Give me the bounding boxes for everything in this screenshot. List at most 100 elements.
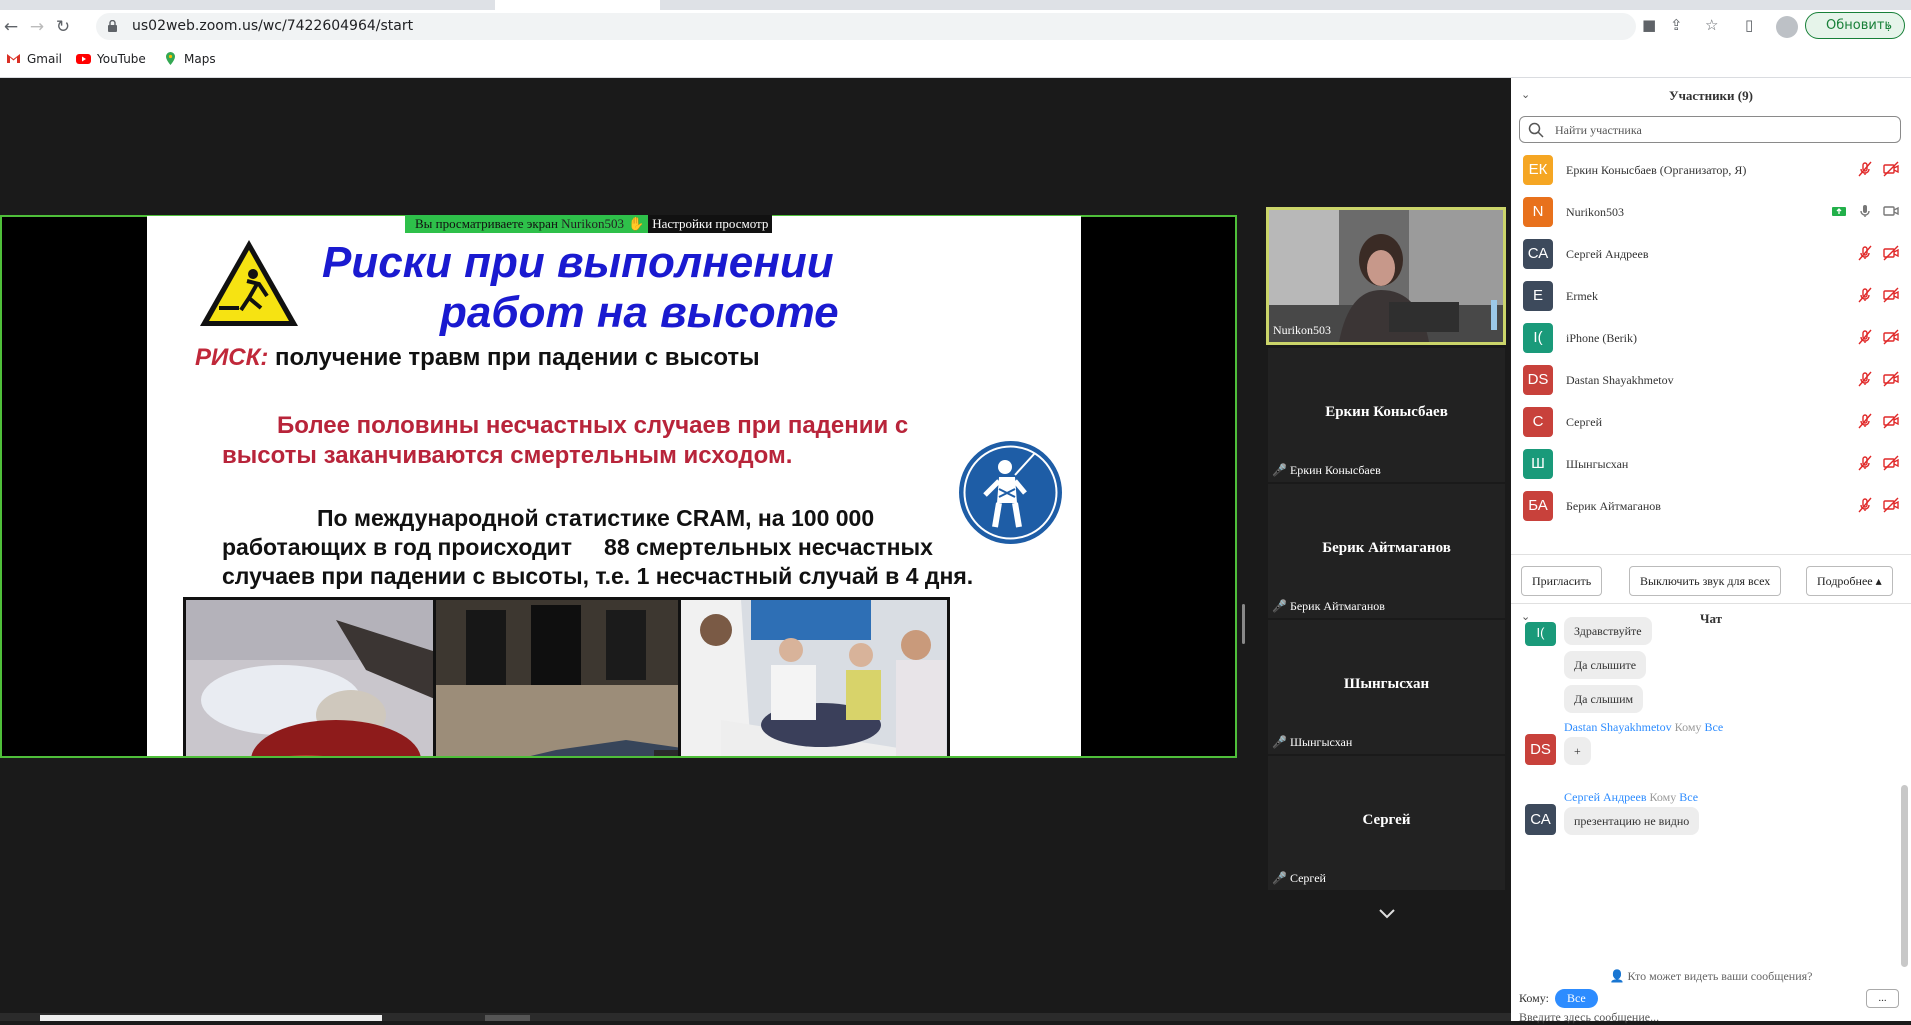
participant-row[interactable]: БА Берик Айтмаганов	[1511, 487, 1911, 529]
mic-muted-icon[interactable]	[1857, 161, 1873, 177]
tile-label: 🎤 Еркин Конысбаев	[1268, 463, 1381, 478]
gallery-tile-shyngys[interactable]: Шынгысхан 🎤 Шынгысхан	[1268, 620, 1505, 754]
chat-to-all[interactable]: Все	[1704, 720, 1723, 734]
share-icon[interactable]: ⇪	[1670, 16, 1683, 38]
gallery-tile-berik[interactable]: Берик Айтмаганов 🎤 Берик Айтмаганов	[1268, 484, 1505, 618]
red-line2: высоты заканчиваются смертельным исходом…	[222, 442, 793, 469]
participant-search-input[interactable]: Найти участника	[1519, 116, 1901, 143]
viewing-banner: Вы просматриваете экран Nurikon503 ✋ Нас…	[405, 215, 773, 233]
more-options-button[interactable]: Подробнее ▴	[1806, 566, 1893, 596]
bookmark-maps[interactable]: Maps	[163, 51, 216, 66]
chat-more-button[interactable]: ...	[1866, 989, 1899, 1008]
star-icon[interactable]: ☆	[1705, 16, 1718, 38]
mic-icon[interactable]	[1857, 203, 1873, 219]
mic-muted-icon[interactable]	[1857, 455, 1873, 471]
active-tab[interactable]	[495, 0, 660, 10]
participant-name: Еркин Конысбаев (Организатор, Я)	[1566, 163, 1747, 177]
participant-name: Шынгысхан	[1566, 457, 1629, 471]
video-off-icon[interactable]	[1883, 497, 1899, 513]
participant-controls	[1857, 413, 1899, 429]
tile-big-name: Еркин Конысбаев	[1325, 404, 1448, 420]
chat-message: Здравствуйте	[1564, 617, 1652, 645]
slide-title-line2: работ на высоте	[440, 288, 839, 337]
sidepanel-icon[interactable]: ▯	[1745, 16, 1753, 38]
participant-name: Сергей	[1566, 415, 1602, 429]
speaker-video-tile[interactable]: Nurikon503	[1266, 207, 1506, 345]
chat-avatar-sergey: СА	[1525, 804, 1556, 835]
resize-handle[interactable]	[1242, 604, 1245, 644]
red-line1: Более половины несчастных случаев при па…	[277, 412, 909, 439]
participant-row[interactable]: E Ermek	[1511, 277, 1911, 319]
participant-row[interactable]: С Сергей	[1511, 403, 1911, 445]
participant-row[interactable]: I(iPhone (Berik)	[1511, 319, 1911, 361]
chat-to-label: Кому	[1674, 720, 1702, 734]
video-off-icon[interactable]	[1883, 455, 1899, 471]
participant-avatar: СА	[1523, 239, 1553, 269]
screen-share-icon	[1832, 207, 1846, 216]
participant-row[interactable]: DS Dastan Shayakhmetov	[1511, 361, 1911, 403]
mic-muted-icon[interactable]	[1857, 245, 1873, 261]
participant-avatar: N	[1523, 197, 1553, 227]
address-bar[interactable]: us02web.zoom.us/wc/7422604964/start	[96, 13, 1636, 40]
participant-row[interactable]: СА Сергей Андреев	[1511, 235, 1911, 277]
recipient-select[interactable]: Все	[1554, 989, 1598, 1008]
bookmark-gmail[interactable]: Gmail	[6, 51, 62, 66]
tile-label: 🎤 Сергей	[1268, 871, 1326, 886]
chat-message: +	[1564, 737, 1591, 765]
who-can-see-link[interactable]: 👤 Кто может видеть ваши сообщения?	[1511, 969, 1911, 984]
mic-muted-icon[interactable]	[1857, 413, 1873, 429]
tile-label: 🎤 Берик Айтмаганов	[1268, 599, 1385, 614]
participant-name: Берик Айтмаганов	[1566, 499, 1661, 513]
bookmark-youtube[interactable]: YouTube	[76, 51, 146, 66]
participant-avatar: DS	[1523, 365, 1553, 395]
invite-button[interactable]: Пригласить	[1521, 566, 1603, 596]
chat-sender[interactable]: Сергей Андреев	[1564, 790, 1647, 804]
video-off-icon[interactable]	[1883, 287, 1899, 303]
chat-to-all[interactable]: Все	[1679, 790, 1698, 804]
mic-muted-icon[interactable]	[1857, 287, 1873, 303]
video-icon[interactable]	[1883, 203, 1899, 219]
mic-muted-icon[interactable]	[1857, 329, 1873, 345]
mute-all-button[interactable]: Выключить звук для всех	[1629, 566, 1782, 596]
gallery-tile-erkin[interactable]: Еркин Конысбаев 🎤 Еркин Конысбаев	[1268, 348, 1505, 482]
video-off-icon[interactable]	[1883, 329, 1899, 345]
video-off-icon[interactable]	[1883, 371, 1899, 387]
video-off-icon[interactable]	[1883, 413, 1899, 429]
participant-actions: Пригласить Выключить звук для всех Подро…	[1511, 554, 1911, 604]
viewing-name: Nurikon503	[561, 216, 624, 231]
participant-controls	[1857, 287, 1899, 303]
back-icon[interactable]: ←	[0, 16, 22, 38]
tile-big-name: Берик Айтмаганов	[1322, 540, 1451, 556]
tile-big-name: Шынгысхан	[1343, 676, 1430, 692]
update-button[interactable]: Обновить ⋮	[1805, 12, 1905, 39]
tile-small-name: Сергей	[1289, 871, 1326, 885]
forward-icon[interactable]: →	[26, 16, 48, 38]
lock-icon	[108, 20, 117, 32]
participant-row[interactable]: N Nurikon503	[1511, 193, 1911, 235]
video-off-icon[interactable]	[1883, 161, 1899, 177]
mic-muted-icon[interactable]	[1857, 371, 1873, 387]
slide-title-line1: Риски при выполнении	[322, 238, 834, 287]
chat-to-label: Кому	[1649, 790, 1677, 804]
mic-muted-icon[interactable]	[1857, 497, 1873, 513]
participant-avatar: ЕК	[1523, 155, 1553, 185]
participant-row[interactable]: ЕК Еркин Конысбаев (Организатор, Я)	[1511, 151, 1911, 193]
chat-input[interactable]: Введите здесь сообщение...	[1519, 1010, 1659, 1025]
viewing-prefix: Вы просматриваете экран	[415, 216, 558, 231]
reload-icon[interactable]: ↻	[52, 16, 74, 38]
camera-icon[interactable]: ■	[1642, 16, 1656, 38]
side-panel: ⌄ Участники (9) Найти участника ЕК Еркин …	[1511, 78, 1911, 1024]
tab-strip	[0, 0, 1911, 10]
chat-sender[interactable]: Dastan Shayakhmetov	[1564, 720, 1672, 734]
participant-row[interactable]: Ш Шынгысхан	[1511, 445, 1911, 487]
profile-icon[interactable]	[1776, 16, 1798, 38]
participant-avatar: I(	[1523, 323, 1553, 353]
video-off-icon[interactable]	[1883, 245, 1899, 261]
mic-off-icon: 🎤	[1272, 871, 1287, 885]
chat-scrollbar[interactable]	[1901, 785, 1908, 967]
search-icon	[1528, 122, 1544, 138]
gallery-tile-sergey[interactable]: Сергей 🎤 Сергей	[1268, 756, 1505, 890]
tile-small-name: Шынгысхан	[1289, 735, 1353, 749]
gallery-scroll-down-icon[interactable]	[1376, 902, 1398, 924]
view-settings-button[interactable]: Настройки просмотр	[648, 215, 773, 233]
